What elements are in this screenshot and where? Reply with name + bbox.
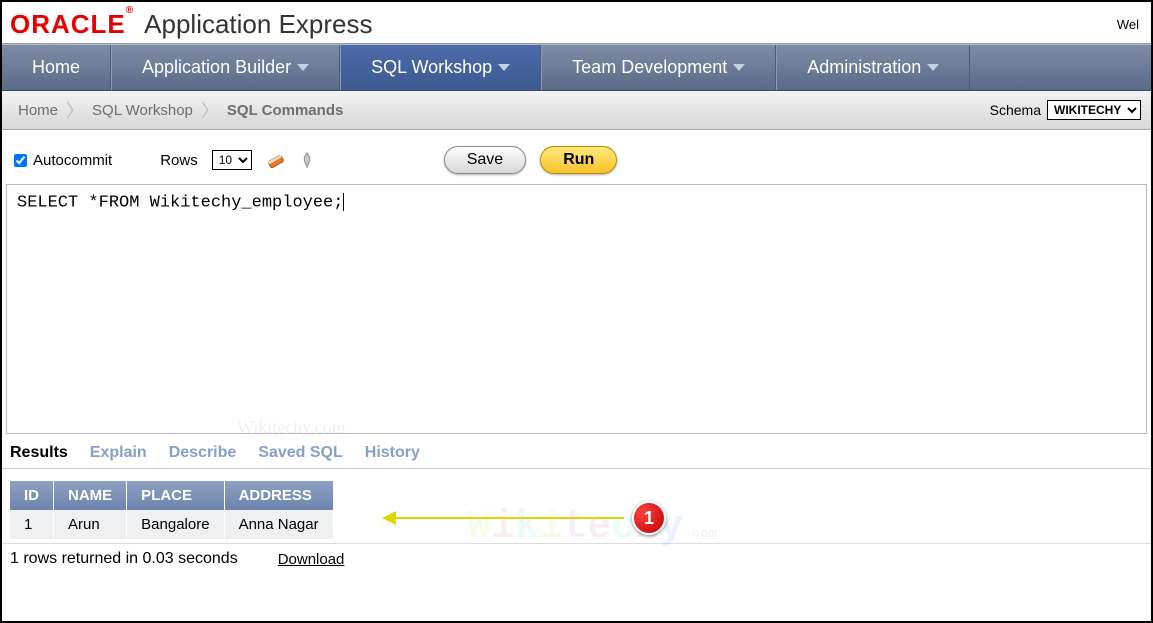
autocommit-toggle[interactable]: Autocommit xyxy=(14,152,112,169)
oracle-logo-text: ORACLE xyxy=(10,9,126,39)
table-header-row: ID NAME PLACE ADDRESS xyxy=(10,481,333,510)
autocommit-label: Autocommit xyxy=(33,152,112,169)
nav-label: Team Development xyxy=(572,57,727,78)
annotation-badge: 1 xyxy=(632,501,666,535)
app-header: ORACLE® Application Express Wel xyxy=(2,2,1151,44)
col-id: ID xyxy=(10,481,54,510)
status-text: 1 rows returned in 0.03 seconds xyxy=(10,550,238,568)
schema-label: Schema xyxy=(990,102,1041,118)
oracle-logo: ORACLE® xyxy=(10,9,134,40)
run-button[interactable]: Run xyxy=(540,146,617,174)
nav-label: Administration xyxy=(807,57,921,78)
nav-label: Home xyxy=(32,57,80,78)
nav-label: Application Builder xyxy=(142,57,291,78)
nav-administration[interactable]: Administration xyxy=(776,45,970,90)
oracle-logo-sup: ® xyxy=(126,5,134,16)
schema-selector: Schema WIKITECHY xyxy=(990,100,1141,120)
tab-history[interactable]: History xyxy=(365,444,420,462)
col-name: NAME xyxy=(54,481,127,510)
save-button[interactable]: Save xyxy=(444,146,526,174)
cell-id: 1 xyxy=(10,510,54,539)
breadcrumb-home[interactable]: Home xyxy=(12,100,64,121)
rows-label: Rows xyxy=(160,152,198,169)
cell-address: Anna Nagar xyxy=(224,510,333,539)
nav-home[interactable]: Home xyxy=(2,45,111,90)
chevron-down-icon xyxy=(498,64,510,71)
results-table: ID NAME PLACE ADDRESS 1 Arun Bangalore A… xyxy=(10,481,334,539)
nav-application-builder[interactable]: Application Builder xyxy=(111,45,340,90)
text-cursor xyxy=(343,193,344,211)
clear-icon[interactable] xyxy=(262,148,287,173)
main-nav: Home Application Builder SQL Workshop Te… xyxy=(2,44,1151,91)
app-title: Application Express xyxy=(144,9,372,40)
cell-place: Bangalore xyxy=(127,510,224,539)
logo-block: ORACLE® Application Express xyxy=(10,9,373,40)
breadcrumb: Home 〉 SQL Workshop 〉 SQL Commands Schem… xyxy=(2,91,1151,130)
chevron-right-icon: 〉 xyxy=(199,97,221,123)
tab-results[interactable]: Results xyxy=(10,444,68,462)
chevron-down-icon xyxy=(297,64,309,71)
watermark-small: Wikitechy.com xyxy=(237,417,346,438)
annotation-arrow: 1 xyxy=(382,501,666,535)
tab-explain[interactable]: Explain xyxy=(90,444,147,462)
chevron-right-icon: 〉 xyxy=(64,97,86,123)
autocommit-checkbox[interactable] xyxy=(14,154,27,167)
arrow-line xyxy=(394,517,624,519)
results-tabs: Results Explain Describe Saved SQL Histo… xyxy=(2,434,1151,469)
nav-sql-workshop[interactable]: SQL Workshop xyxy=(340,45,541,90)
breadcrumb-current: SQL Commands xyxy=(221,100,349,121)
table-row: 1 Arun Bangalore Anna Nagar xyxy=(10,510,333,539)
sql-editor[interactable]: SELECT *FROM Wikitechy_employee; Wikitec… xyxy=(6,184,1147,434)
tab-saved-sql[interactable]: Saved SQL xyxy=(258,444,342,462)
rows-select[interactable]: 10 xyxy=(212,150,252,170)
results-area: ID NAME PLACE ADDRESS 1 Arun Bangalore A… xyxy=(2,469,1151,543)
schema-select[interactable]: WIKITECHY xyxy=(1047,100,1141,120)
header-right-text: Wel xyxy=(1117,17,1143,32)
download-link[interactable]: Download xyxy=(278,551,345,568)
sql-content: SELECT *FROM Wikitechy_employee; xyxy=(17,193,343,212)
chevron-down-icon xyxy=(927,64,939,71)
col-address: ADDRESS xyxy=(224,481,333,510)
nav-label: SQL Workshop xyxy=(371,57,492,78)
tab-describe[interactable]: Describe xyxy=(169,444,237,462)
chevron-down-icon xyxy=(733,64,745,71)
cell-name: Arun xyxy=(54,510,127,539)
col-place: PLACE xyxy=(127,481,224,510)
breadcrumb-sql-workshop[interactable]: SQL Workshop xyxy=(86,100,199,121)
toolbar: Autocommit Rows 10 Save Run xyxy=(2,130,1151,184)
nav-team-development[interactable]: Team Development xyxy=(541,45,776,90)
pin-icon[interactable] xyxy=(298,151,316,169)
